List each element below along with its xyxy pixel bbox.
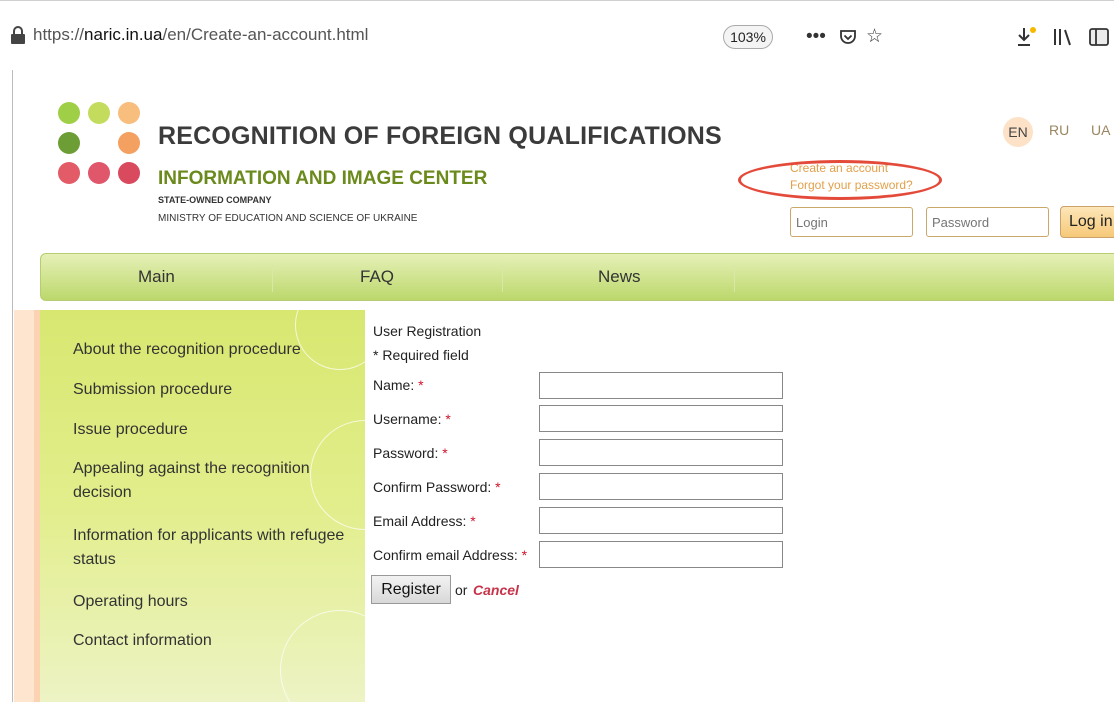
or-text: or	[455, 582, 468, 598]
required-marker: *	[442, 445, 448, 461]
sidebar-item-appealing[interactable]: Appealing against the recognition decisi…	[73, 457, 363, 505]
nav-item-main[interactable]: Main	[138, 267, 175, 287]
zoom-indicator[interactable]: 103%	[723, 25, 773, 49]
lang-ua[interactable]: UA	[1091, 122, 1110, 138]
sidebar-item-submission-procedure[interactable]: Submission procedure	[73, 378, 363, 402]
sidebar-item-issue-procedure[interactable]: Issue procedure	[73, 418, 363, 442]
page-left-border	[12, 70, 13, 702]
login-input[interactable]	[790, 207, 913, 237]
sidebar-icon[interactable]	[1088, 26, 1110, 48]
confirm-password-label: Confirm Password: *	[373, 479, 501, 495]
email-field[interactable]	[539, 507, 783, 534]
logo-dot	[58, 132, 80, 154]
url-prefix: https://	[33, 25, 85, 44]
required-marker: *	[445, 411, 451, 427]
lang-en[interactable]: EN	[1003, 117, 1033, 147]
required-note: * Required field	[373, 347, 469, 363]
pocket-icon[interactable]	[838, 27, 858, 47]
url-domain: naric.in.ua	[84, 25, 163, 44]
browser-toolbar: https://naric.in.ua/en/Create-an-account…	[0, 0, 1114, 70]
password-input[interactable]	[926, 207, 1049, 237]
sidebar-item-contact-info[interactable]: Contact information	[73, 629, 363, 653]
sidebar-item-operating-hours[interactable]: Operating hours	[73, 590, 363, 614]
confirm-password-field[interactable]	[539, 473, 783, 500]
email-label: Email Address: *	[373, 513, 476, 529]
company-label: STATE-OWNED COMPANY	[158, 195, 272, 205]
username-field[interactable]	[539, 405, 783, 432]
confirm-email-label-text: Confirm email Address:	[373, 547, 518, 563]
lang-ru[interactable]: RU	[1049, 122, 1069, 138]
main-nav: Main FAQ News	[40, 253, 1114, 301]
required-marker: *	[418, 377, 424, 393]
sidebar: About the recognition procedure Submissi…	[40, 310, 365, 702]
toolbar-border	[0, 0, 1114, 1]
email-label-text: Email Address:	[373, 513, 467, 529]
register-button[interactable]: Register	[371, 575, 451, 604]
url-text[interactable]: https://naric.in.ua/en/Create-an-account…	[33, 25, 368, 45]
password-field[interactable]	[539, 439, 783, 466]
logo-dot	[58, 102, 80, 124]
nav-divider	[272, 264, 273, 292]
logo-dot	[58, 162, 80, 184]
more-horizontal-icon[interactable]: •••	[806, 26, 826, 48]
star-icon[interactable]: ☆	[866, 26, 883, 48]
password-label: Password: *	[373, 445, 448, 461]
highlight-annotation	[738, 160, 942, 200]
download-icon[interactable]	[1015, 26, 1037, 48]
url-bar[interactable]: https://naric.in.ua/en/Create-an-account…	[0, 14, 900, 56]
decorative-circle	[280, 610, 365, 702]
required-marker: *	[521, 547, 528, 563]
ministry-label: MINISTRY OF EDUCATION AND SCIENCE OF UKR…	[158, 213, 418, 224]
logo-dot	[88, 102, 110, 124]
cancel-link[interactable]: Cancel	[473, 582, 519, 598]
site-title: RECOGNITION OF FOREIGN QUALIFICATIONS	[158, 122, 722, 150]
logo-dot	[118, 132, 140, 154]
password-label-text: Password:	[373, 445, 439, 461]
nav-divider	[502, 264, 503, 292]
nav-divider	[734, 264, 735, 292]
url-path: /en/Create-an-account.html	[162, 25, 369, 44]
decorative-strip	[14, 310, 34, 702]
logo-dot	[118, 162, 140, 184]
site-logo[interactable]	[58, 102, 142, 192]
nav-item-news[interactable]: News	[598, 267, 641, 287]
lock-icon	[11, 26, 25, 44]
confirm-email-label: Confirm email Address: *	[373, 547, 527, 563]
logo-dot	[88, 162, 110, 184]
site-subtitle: INFORMATION AND IMAGE CENTER	[158, 168, 488, 189]
name-field[interactable]	[539, 372, 783, 399]
username-label-text: Username:	[373, 411, 442, 427]
sidebar-item-recognition-procedure[interactable]: About the recognition procedure	[73, 338, 363, 362]
nav-item-faq[interactable]: FAQ	[360, 267, 394, 287]
login-button[interactable]: Log in	[1060, 206, 1114, 238]
confirm-email-field[interactable]	[539, 541, 783, 568]
name-label-text: Name:	[373, 377, 415, 393]
username-label: Username: *	[373, 411, 451, 427]
required-marker: *	[470, 513, 476, 529]
sidebar-item-refugee-info[interactable]: Information for applicants with refugee …	[73, 524, 363, 572]
form-heading: User Registration	[373, 323, 482, 339]
required-marker: *	[495, 479, 501, 495]
name-label: Name: *	[373, 377, 424, 393]
library-icon[interactable]	[1052, 27, 1074, 47]
logo-dot	[118, 102, 140, 124]
confirm-password-label-text: Confirm Password:	[373, 479, 492, 495]
